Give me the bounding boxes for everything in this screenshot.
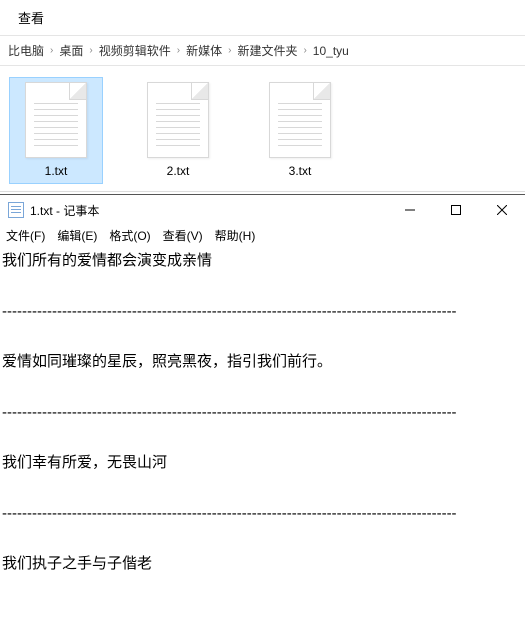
text-file-icon [25, 82, 87, 158]
menu-edit[interactable]: 编辑(E) [57, 227, 97, 244]
separator-line: ----------------------------------------… [2, 402, 523, 425]
text-line: 爱情如同璀璨的星辰，照亮黑夜，指引我们前行。 [2, 349, 523, 376]
menu-format[interactable]: 格式(O) [109, 227, 150, 244]
notepad-titlebar[interactable]: 1.txt - 记事本 [0, 195, 525, 225]
crumb-videoedit[interactable]: 视频剪辑软件 [99, 42, 171, 59]
crumb-10tyu[interactable]: 10_tyu [313, 44, 349, 58]
file-item[interactable]: 3.txt [254, 78, 346, 183]
file-item[interactable]: 2.txt [132, 78, 224, 183]
crumb-newfolder[interactable]: 新建文件夹 [237, 42, 297, 59]
file-label: 2.txt [167, 164, 190, 178]
minimize-button[interactable] [387, 195, 433, 225]
explorer-toolbar: 查看 [0, 0, 525, 35]
chevron-right-icon: › [175, 45, 182, 56]
menu-file[interactable]: 文件(F) [6, 227, 45, 244]
file-label: 1.txt [45, 164, 68, 178]
menu-view[interactable]: 查看(V) [163, 227, 203, 244]
notepad-icon [8, 202, 24, 218]
breadcrumb[interactable]: 比电脑 › 桌面 › 视频剪辑软件 › 新媒体 › 新建文件夹 › 10_tyu [0, 35, 525, 66]
crumb-pc[interactable]: 比电脑 [8, 42, 44, 59]
notepad-menubar: 文件(F) 编辑(E) 格式(O) 查看(V) 帮助(H) [0, 225, 525, 248]
text-file-icon [147, 82, 209, 158]
window-title: 1.txt - 记事本 [30, 202, 99, 219]
chevron-right-icon: › [87, 45, 94, 56]
separator-line: ----------------------------------------… [2, 503, 523, 526]
text-line: 我们幸有所爱，无畏山河 [2, 450, 523, 477]
file-label: 3.txt [289, 164, 312, 178]
text-line: 我们执子之手与子偕老 [2, 551, 523, 578]
menu-view[interactable]: 查看 [18, 11, 44, 26]
chevron-right-icon: › [48, 45, 55, 56]
text-file-icon [269, 82, 331, 158]
separator-line: ----------------------------------------… [2, 301, 523, 324]
chevron-right-icon: › [301, 45, 308, 56]
file-item[interactable]: 1.txt [10, 78, 102, 183]
chevron-right-icon: › [226, 45, 233, 56]
crumb-newmedia[interactable]: 新媒体 [186, 42, 222, 59]
notepad-window: 1.txt - 记事本 文件(F) 编辑(E) 格式(O) 查看(V) 帮助(H… [0, 194, 525, 578]
explorer-region: 查看 比电脑 › 桌面 › 视频剪辑软件 › 新媒体 › 新建文件夹 › 10_… [0, 0, 525, 192]
notepad-text-area[interactable]: 我们所有的爱情都会演变成亲情 -------------------------… [0, 248, 525, 578]
menu-help[interactable]: 帮助(H) [215, 227, 256, 244]
file-list: 1.txt 2.txt 3.txt [0, 66, 525, 191]
crumb-desktop[interactable]: 桌面 [59, 42, 83, 59]
maximize-button[interactable] [433, 195, 479, 225]
window-controls [387, 195, 525, 225]
close-button[interactable] [479, 195, 525, 225]
text-line: 我们所有的爱情都会演变成亲情 [2, 248, 523, 275]
